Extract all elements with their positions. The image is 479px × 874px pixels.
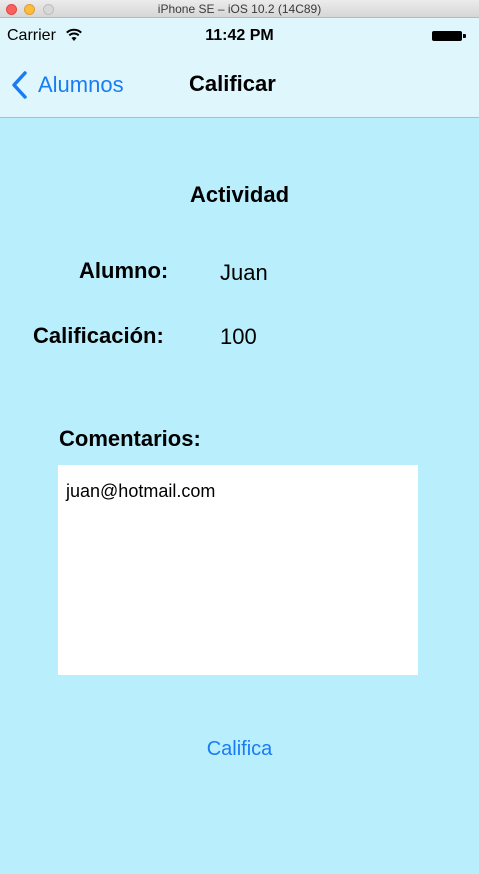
simulator-title-bar: iPhone SE – iOS 10.2 (14C89) <box>0 0 479 18</box>
activity-heading: Actividad <box>189 182 290 207</box>
comments-label: Comentarios: <box>59 426 201 451</box>
comments-textarea[interactable]: juan@hotmail.com <box>58 465 418 675</box>
battery-tip <box>463 34 466 38</box>
back-button[interactable]: Alumnos <box>10 70 124 100</box>
back-button-label: Alumnos <box>38 72 124 97</box>
battery-icon <box>432 31 462 41</box>
chevron-left-icon <box>12 71 27 99</box>
window-title: iPhone SE – iOS 10.2 (14C89) <box>157 2 322 16</box>
student-label: Alumno: <box>79 258 169 283</box>
submit-grade-button[interactable]: Califica <box>0 738 479 761</box>
grade-value: 100 <box>220 324 257 349</box>
student-value: Juan <box>220 260 268 285</box>
navigation-area: Carrier 11:42 PM Alumnos Calificar <box>0 18 479 118</box>
grade-label: Calificación: <box>33 323 164 348</box>
nav-title: Calificar <box>189 71 276 96</box>
status-time: 11:42 PM <box>205 27 274 44</box>
